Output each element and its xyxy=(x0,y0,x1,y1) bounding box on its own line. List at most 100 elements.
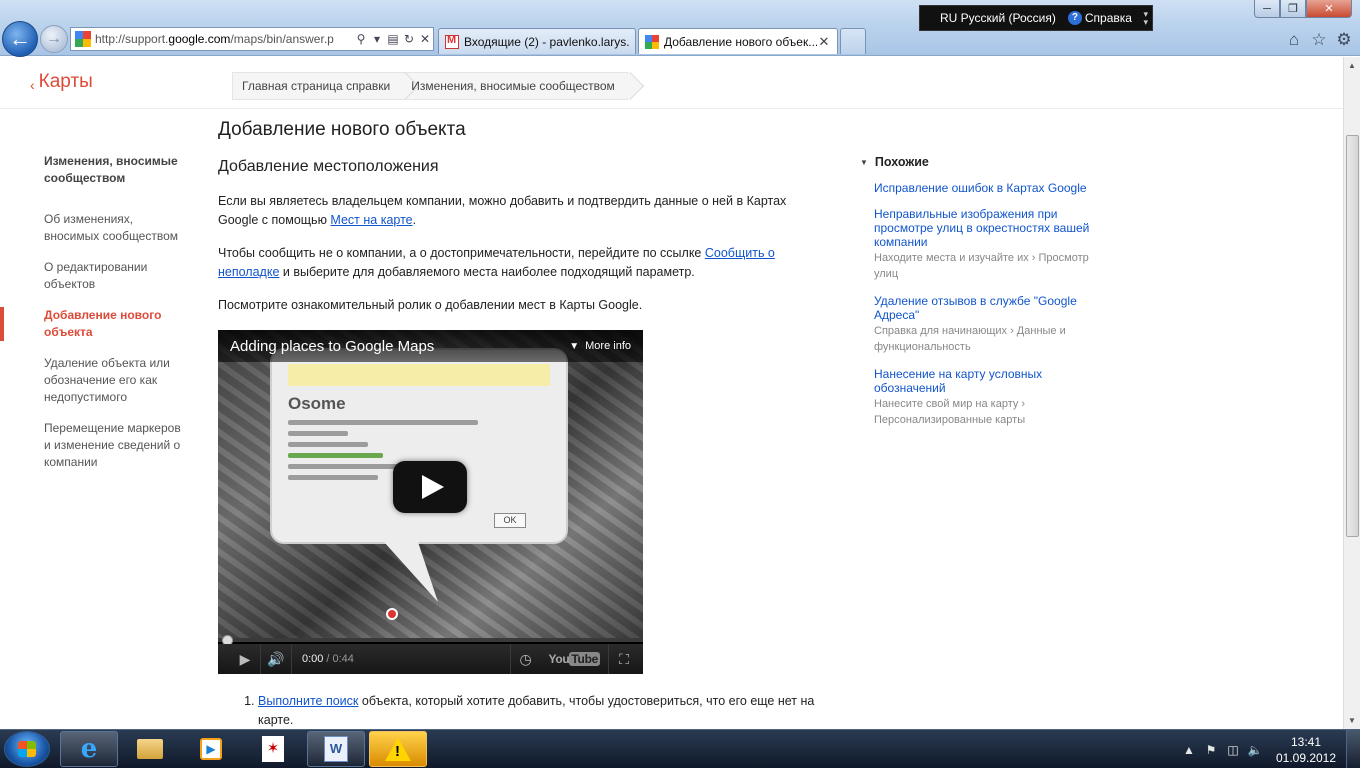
show-hidden-icons-icon[interactable]: ▲ xyxy=(1178,743,1200,757)
more-info-button[interactable]: ▼ More info xyxy=(569,340,631,352)
maximize-button[interactable]: ❐ xyxy=(1280,0,1306,18)
nav-item-remove-object[interactable]: Удаление объекта или обозначение его как… xyxy=(0,355,190,406)
taskbar-internet-explorer[interactable]: e xyxy=(60,731,118,767)
related-link[interactable]: Удаление отзывов в службе "Google Адреса… xyxy=(874,294,1100,322)
more-info-icon: ▼ xyxy=(569,340,580,352)
related-path: Нанесите свой мир на карту › Персонализи… xyxy=(874,398,1026,426)
home-icon[interactable]: ⌂ xyxy=(1284,30,1304,50)
breadcrumb-home[interactable]: Главная страница справки xyxy=(233,73,402,99)
watch-later-clock-icon[interactable]: ◷ xyxy=(511,651,541,668)
tab-label: Входящие (2) - pavlenko.larys... xyxy=(464,34,629,49)
close-tab-icon[interactable]: ✕ xyxy=(817,34,831,50)
related-heading[interactable]: ▼ Похожие xyxy=(860,155,1100,169)
related-path: Справка для начинающих › Данные и функци… xyxy=(874,325,1066,353)
related-item: Удаление отзывов в службе "Google Адреса… xyxy=(874,294,1100,355)
taskbar-warning-app[interactable] xyxy=(369,731,427,767)
volume-icon[interactable]: 🔈 xyxy=(1244,743,1266,757)
clock[interactable]: 13:41 01.09.2012 xyxy=(1266,734,1346,766)
paragraph-text: . xyxy=(412,213,417,227)
tab-label: Добавление нового объек... xyxy=(664,34,817,49)
link-search[interactable]: Выполните поиск xyxy=(258,694,358,708)
related-articles: ▼ Похожие Исправление ошибок в Картах Goo… xyxy=(860,155,1100,428)
scroll-up-icon[interactable]: ▲ xyxy=(1344,57,1360,74)
clock-date: 01.09.2012 xyxy=(1275,750,1337,765)
paragraph-owner: Если вы являетесь владельцем компании, м… xyxy=(218,192,818,230)
help-label[interactable]: Справка xyxy=(1085,11,1132,25)
bubble-tail xyxy=(384,542,446,602)
forward-arrow-icon: → xyxy=(46,30,62,47)
taskbar-word[interactable]: W xyxy=(307,731,365,767)
nav-item-about-edits[interactable]: Об изменениях, вносимых сообществом xyxy=(0,211,190,245)
time-separator: / xyxy=(326,653,330,665)
browser-chrome: ← → http://support.google.com/maps/bin/a… xyxy=(0,0,1360,57)
nav-item-editing-objects[interactable]: О редактировании объектов xyxy=(0,259,190,293)
scroll-down-icon[interactable]: ▼ xyxy=(1344,712,1360,729)
language-indicator[interactable]: RU Русский (Россия) xyxy=(940,11,1056,25)
dropdown-arrow-icon[interactable]: ▾ xyxy=(369,32,385,46)
system-tray: ▲ ⚑ ◫ 🔈 13:41 01.09.2012 xyxy=(1178,730,1360,768)
url-text[interactable]: http://support.google.com/maps/bin/answe… xyxy=(95,32,353,46)
web-page: ‹ Карты Главная страница справки Изменени… xyxy=(0,57,1343,729)
header-divider xyxy=(0,108,1343,109)
place-name: Osome xyxy=(288,394,346,413)
show-desktop-button[interactable] xyxy=(1346,730,1360,768)
back-button[interactable]: ← xyxy=(2,21,38,57)
nav-item-move-markers[interactable]: Перемещение маркеров и изменение сведени… xyxy=(0,420,190,471)
play-icon[interactable]: ▶ xyxy=(230,651,260,668)
play-button[interactable] xyxy=(393,461,467,513)
fullscreen-icon[interactable]: ⛶ xyxy=(609,651,639,668)
refresh-icon[interactable]: ↻ xyxy=(401,32,417,46)
scroll-thumb[interactable] xyxy=(1346,135,1359,537)
nav-item-add-object[interactable]: Добавление нового объекта xyxy=(0,307,190,341)
tab-help-article[interactable]: Добавление нового объек... ✕ xyxy=(638,28,838,54)
bubble-ok-button: OK xyxy=(494,513,526,528)
video-player[interactable]: Osome OK Adding places to Google Maps ▼ M… xyxy=(218,330,643,674)
youtube-logo[interactable]: You Tube xyxy=(549,652,600,666)
clock-time: 13:41 xyxy=(1290,734,1322,749)
link-places[interactable]: Мест на карте xyxy=(330,213,412,227)
gmail-icon xyxy=(445,34,459,49)
progress-bar[interactable] xyxy=(218,638,643,642)
notice-bar xyxy=(288,364,550,386)
nav-heading[interactable]: Изменения, вносимые сообществом xyxy=(0,153,190,187)
taskbar: e ▶ ✶ W ▲ ⚑ ◫ 🔈 13:41 01.09.2012 xyxy=(0,729,1360,768)
related-link[interactable]: Неправильные изображения при просмотре у… xyxy=(874,207,1100,249)
network-icon[interactable]: ◫ xyxy=(1222,743,1244,757)
taskbar-media-player[interactable]: ▶ xyxy=(182,731,240,767)
youtube-logo-you: You xyxy=(548,652,570,666)
info-bubble: Osome OK xyxy=(270,348,568,544)
taskbar-file-explorer[interactable] xyxy=(121,731,179,767)
video-controls: ▶ 🔊 0:00 / 0:44 ◷ You Tube ⛶ xyxy=(218,644,643,674)
taskbar-pdf-reader[interactable]: ✶ xyxy=(244,731,302,767)
related-heading-label: Похожие xyxy=(874,155,929,169)
warning-icon xyxy=(385,737,411,761)
tab-gmail[interactable]: Входящие (2) - pavlenko.larys... xyxy=(438,28,636,54)
back-arrow-icon: ← xyxy=(9,26,31,51)
product-name: Карты xyxy=(38,71,93,92)
search-icon[interactable]: ⚲ xyxy=(353,32,369,46)
start-button[interactable] xyxy=(4,731,50,767)
forward-button[interactable]: → xyxy=(40,25,68,53)
language-bar[interactable]: RU Русский (Россия) ? Справка ▾ ▾ xyxy=(919,5,1153,31)
related-link[interactable]: Нанесение на карту условных обозначений xyxy=(874,367,1100,395)
vertical-scrollbar[interactable]: ▲ ▼ xyxy=(1343,57,1360,729)
window-controls: ─ ❐ ✕ xyxy=(1254,0,1352,18)
map-marker-icon xyxy=(386,608,398,620)
favorites-star-icon[interactable]: ☆ xyxy=(1309,30,1329,50)
breadcrumb-community-edits[interactable]: Изменения, вносимые сообществом xyxy=(402,73,627,99)
help-icon: ? xyxy=(1067,11,1082,25)
options-grip-icon[interactable]: ▾ ▾ xyxy=(1143,10,1148,27)
action-center-flag-icon[interactable]: ⚑ xyxy=(1200,743,1222,757)
minimize-button[interactable]: ─ xyxy=(1254,0,1280,18)
volume-icon[interactable]: 🔊 xyxy=(261,651,291,668)
stop-icon[interactable]: ✕ xyxy=(417,32,433,46)
close-window-button[interactable]: ✕ xyxy=(1306,0,1352,18)
related-link[interactable]: Исправление ошибок в Картах Google xyxy=(874,181,1100,195)
settings-gear-icon[interactable]: ⚙ xyxy=(1334,30,1354,50)
address-bar[interactable]: http://support.google.com/maps/bin/answe… xyxy=(70,27,434,51)
new-tab-button[interactable] xyxy=(840,28,866,54)
product-link-maps[interactable]: ‹ Карты xyxy=(30,71,93,93)
compatibility-view-icon[interactable]: ▤ xyxy=(385,32,401,46)
video-title[interactable]: Adding places to Google Maps xyxy=(230,338,569,355)
url-suffix: /maps/bin/answer.p xyxy=(230,32,334,46)
